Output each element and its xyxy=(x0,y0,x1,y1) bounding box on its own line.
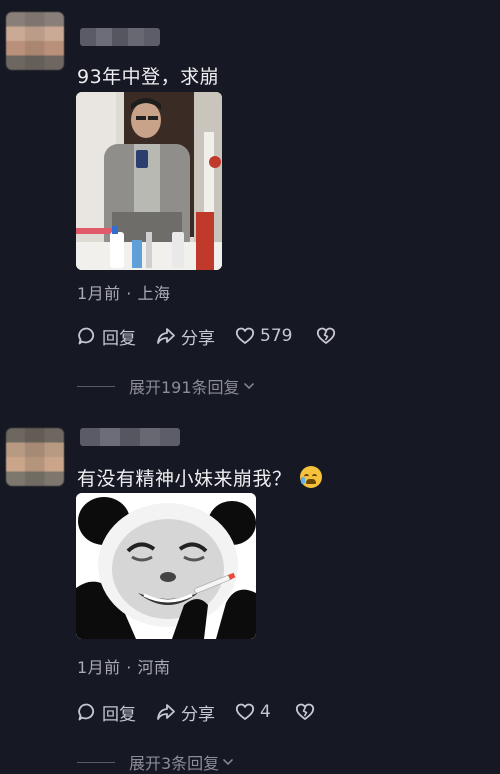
crying-face-emoji-icon xyxy=(299,466,322,488)
username-blurred[interactable] xyxy=(80,428,180,446)
reply-icon xyxy=(78,703,95,721)
username-blurred[interactable] xyxy=(80,28,160,46)
reply-label: 回复 xyxy=(102,704,136,725)
share-arrow-icon xyxy=(157,704,175,720)
reply-icon xyxy=(78,327,95,345)
mirror-selfie-photo xyxy=(76,92,222,270)
comment-text-body: 有没有精神小妹来崩我？ xyxy=(77,468,292,490)
like-count: 579 xyxy=(260,326,293,346)
chevron-down-icon xyxy=(223,758,234,766)
panda-meme-sticker xyxy=(76,493,256,639)
expand-replies-button[interactable]: 展开191条回复 xyxy=(77,374,256,398)
like-button[interactable]: 579 xyxy=(235,326,292,346)
divider-line xyxy=(77,761,115,763)
comment-image[interactable] xyxy=(76,92,222,270)
comment-actions: 回复 分享 4 xyxy=(77,700,320,725)
like-button[interactable]: 4 xyxy=(235,702,271,722)
share-button[interactable]: 分享 xyxy=(156,700,215,725)
heart-icon xyxy=(235,703,255,720)
dislike-button[interactable] xyxy=(316,326,341,346)
broken-heart-icon xyxy=(295,703,314,720)
avatar[interactable] xyxy=(6,12,64,70)
like-count: 4 xyxy=(260,702,271,722)
chevron-down-icon xyxy=(243,382,254,390)
share-label: 分享 xyxy=(181,328,215,349)
comment-sticker-image[interactable] xyxy=(76,493,256,639)
share-arrow-icon xyxy=(157,328,175,344)
share-button[interactable]: 分享 xyxy=(156,324,215,349)
expand-replies-button[interactable]: 展开3条回复 xyxy=(77,750,235,774)
broken-heart-icon xyxy=(317,327,336,344)
reply-label: 回复 xyxy=(102,328,136,349)
share-label: 分享 xyxy=(181,704,215,725)
reply-button[interactable]: 回复 xyxy=(77,324,136,349)
reply-button[interactable]: 回复 xyxy=(77,700,136,725)
comment-meta: 1月前 · 河南 xyxy=(77,658,171,677)
avatar[interactable] xyxy=(6,428,64,486)
comment-text: 93年中登，求崩 xyxy=(77,66,220,88)
comment-meta: 1月前 · 上海 xyxy=(77,284,171,303)
heart-icon xyxy=(235,327,255,344)
divider-line xyxy=(77,385,115,387)
expand-replies-label: 展开3条回复 xyxy=(129,754,220,773)
dislike-button[interactable] xyxy=(295,702,320,722)
expand-replies-label: 展开191条回复 xyxy=(129,378,240,397)
comment-text: 有没有精神小妹来崩我？ xyxy=(77,464,322,491)
comment-actions: 回复 分享 579 xyxy=(77,324,341,349)
